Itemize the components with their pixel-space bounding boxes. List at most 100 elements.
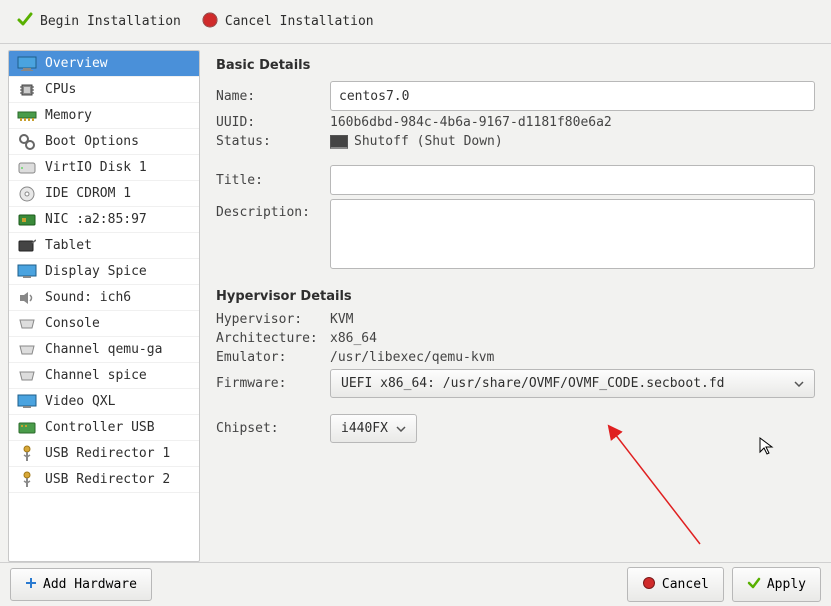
emu-label: Emulator: (216, 350, 320, 365)
main-toolbar: Begin Installation Cancel Installation (0, 0, 831, 44)
sidebar-item-label: Boot Options (45, 134, 139, 149)
description-input[interactable] (330, 199, 815, 269)
fw-label: Firmware: (216, 376, 320, 391)
sidebar-item-label: Tablet (45, 238, 92, 253)
chipset-value: i440FX (341, 421, 388, 436)
stop-icon (201, 11, 219, 33)
tablet-icon (17, 237, 37, 255)
disk-icon (17, 159, 37, 177)
sidebar-item-label: Video QXL (45, 394, 115, 409)
cdrom-icon (17, 185, 37, 203)
begin-installation-label: Begin Installation (40, 14, 181, 29)
title-input[interactable] (330, 165, 815, 195)
network-icon (17, 211, 37, 229)
sidebar-item-label: Memory (45, 108, 92, 123)
plus-icon (25, 577, 37, 592)
cancel-label: Cancel (662, 577, 709, 592)
sidebar-item-tablet[interactable]: Tablet (9, 233, 199, 259)
sidebar-item-label: CPUs (45, 82, 76, 97)
hv-value: KVM (330, 312, 353, 327)
begin-installation-button[interactable]: Begin Installation (10, 7, 187, 37)
serial-icon (17, 367, 37, 385)
cancel-button[interactable]: Cancel (627, 567, 724, 602)
footer-bar: Add Hardware Cancel Apply (0, 562, 831, 606)
sidebar-item-ide-cdrom-1[interactable]: IDE CDROM 1 (9, 181, 199, 207)
sidebar-item-label: USB Redirector 1 (45, 446, 170, 461)
hardware-sidebar: Overview CPUs Memory Boot Options VirtIO… (8, 50, 200, 562)
stop-icon (642, 576, 656, 593)
sidebar-item-console[interactable]: Console (9, 311, 199, 337)
basic-details-heading: Basic Details (216, 58, 815, 73)
sidebar-item-controller-usb[interactable]: Controller USB (9, 415, 199, 441)
sidebar-item-label: USB Redirector 2 (45, 472, 170, 487)
apply-button[interactable]: Apply (732, 567, 821, 602)
arch-label: Architecture: (216, 331, 320, 346)
arch-value: x86_64 (330, 331, 377, 346)
sidebar-item-overview[interactable]: Overview (9, 51, 199, 77)
sidebar-item-label: IDE CDROM 1 (45, 186, 131, 201)
usb-icon (17, 445, 37, 463)
emu-value: /usr/libexec/qemu-kvm (330, 350, 494, 365)
sidebar-item-label: Console (45, 316, 100, 331)
gears-icon (17, 133, 37, 151)
sidebar-item-label: Display Spice (45, 264, 147, 279)
chipset-label: Chipset: (216, 421, 320, 436)
main-area: Overview CPUs Memory Boot Options VirtIO… (0, 44, 831, 562)
sidebar-item-usb-redirector-2[interactable]: USB Redirector 2 (9, 467, 199, 493)
memory-icon (17, 107, 37, 125)
chevron-down-icon (794, 376, 804, 391)
sidebar-item-cpus[interactable]: CPUs (9, 77, 199, 103)
sidebar-item-label: Channel spice (45, 368, 147, 383)
add-hardware-label: Add Hardware (43, 577, 137, 592)
hv-label: Hypervisor: (216, 312, 320, 327)
uuid-label: UUID: (216, 115, 320, 130)
sidebar-item-nic[interactable]: NIC :a2:85:97 (9, 207, 199, 233)
sidebar-item-video-qxl[interactable]: Video QXL (9, 389, 199, 415)
status-value: Shutoff (Shut Down) (330, 134, 503, 149)
name-input[interactable] (330, 81, 815, 111)
sidebar-item-display-spice[interactable]: Display Spice (9, 259, 199, 285)
title-label: Title: (216, 173, 320, 188)
sound-icon (17, 289, 37, 307)
sidebar-item-label: Sound: ich6 (45, 290, 131, 305)
monitor-icon (17, 55, 37, 73)
controller-icon (17, 419, 37, 437)
uuid-value: 160b6dbd-984c-4b6a-9167-d1181f80e6a2 (330, 115, 612, 130)
cpu-icon (17, 81, 37, 99)
hypervisor-details-heading: Hypervisor Details (216, 289, 815, 304)
add-hardware-button[interactable]: Add Hardware (10, 568, 152, 601)
annotation-arrow (600, 424, 720, 554)
status-off-icon (330, 135, 348, 149)
sidebar-item-sound[interactable]: Sound: ich6 (9, 285, 199, 311)
firmware-select[interactable]: UEFI x86_64: /usr/share/OVMF/OVMF_CODE.s… (330, 369, 815, 398)
usb-icon (17, 471, 37, 489)
serial-icon (17, 315, 37, 333)
description-label: Description: (216, 199, 320, 220)
chevron-down-icon (396, 421, 406, 436)
sidebar-item-label: Overview (45, 56, 108, 71)
sidebar-item-label: NIC :a2:85:97 (45, 212, 147, 227)
sidebar-item-label: Channel qemu-ga (45, 342, 162, 357)
apply-label: Apply (767, 577, 806, 592)
sidebar-item-label: VirtIO Disk 1 (45, 160, 147, 175)
status-text: Shutoff (Shut Down) (354, 134, 503, 149)
sidebar-item-memory[interactable]: Memory (9, 103, 199, 129)
details-content: Basic Details Name: UUID: 160b6dbd-984c-… (200, 44, 831, 562)
chipset-select[interactable]: i440FX (330, 414, 417, 443)
sidebar-item-usb-redirector-1[interactable]: USB Redirector 1 (9, 441, 199, 467)
serial-icon (17, 341, 37, 359)
cancel-installation-label: Cancel Installation (225, 14, 374, 29)
display-icon (17, 393, 37, 411)
play-check-icon (16, 11, 34, 33)
display-icon (17, 263, 37, 281)
status-label: Status: (216, 134, 320, 149)
check-icon (747, 576, 761, 593)
sidebar-item-channel-spice[interactable]: Channel spice (9, 363, 199, 389)
cancel-installation-button[interactable]: Cancel Installation (195, 7, 380, 37)
sidebar-item-boot-options[interactable]: Boot Options (9, 129, 199, 155)
firmware-value: UEFI x86_64: /usr/share/OVMF/OVMF_CODE.s… (341, 376, 725, 391)
sidebar-item-label: Controller USB (45, 420, 155, 435)
sidebar-item-virtio-disk-1[interactable]: VirtIO Disk 1 (9, 155, 199, 181)
name-label: Name: (216, 89, 320, 104)
sidebar-item-channel-qemu-ga[interactable]: Channel qemu-ga (9, 337, 199, 363)
